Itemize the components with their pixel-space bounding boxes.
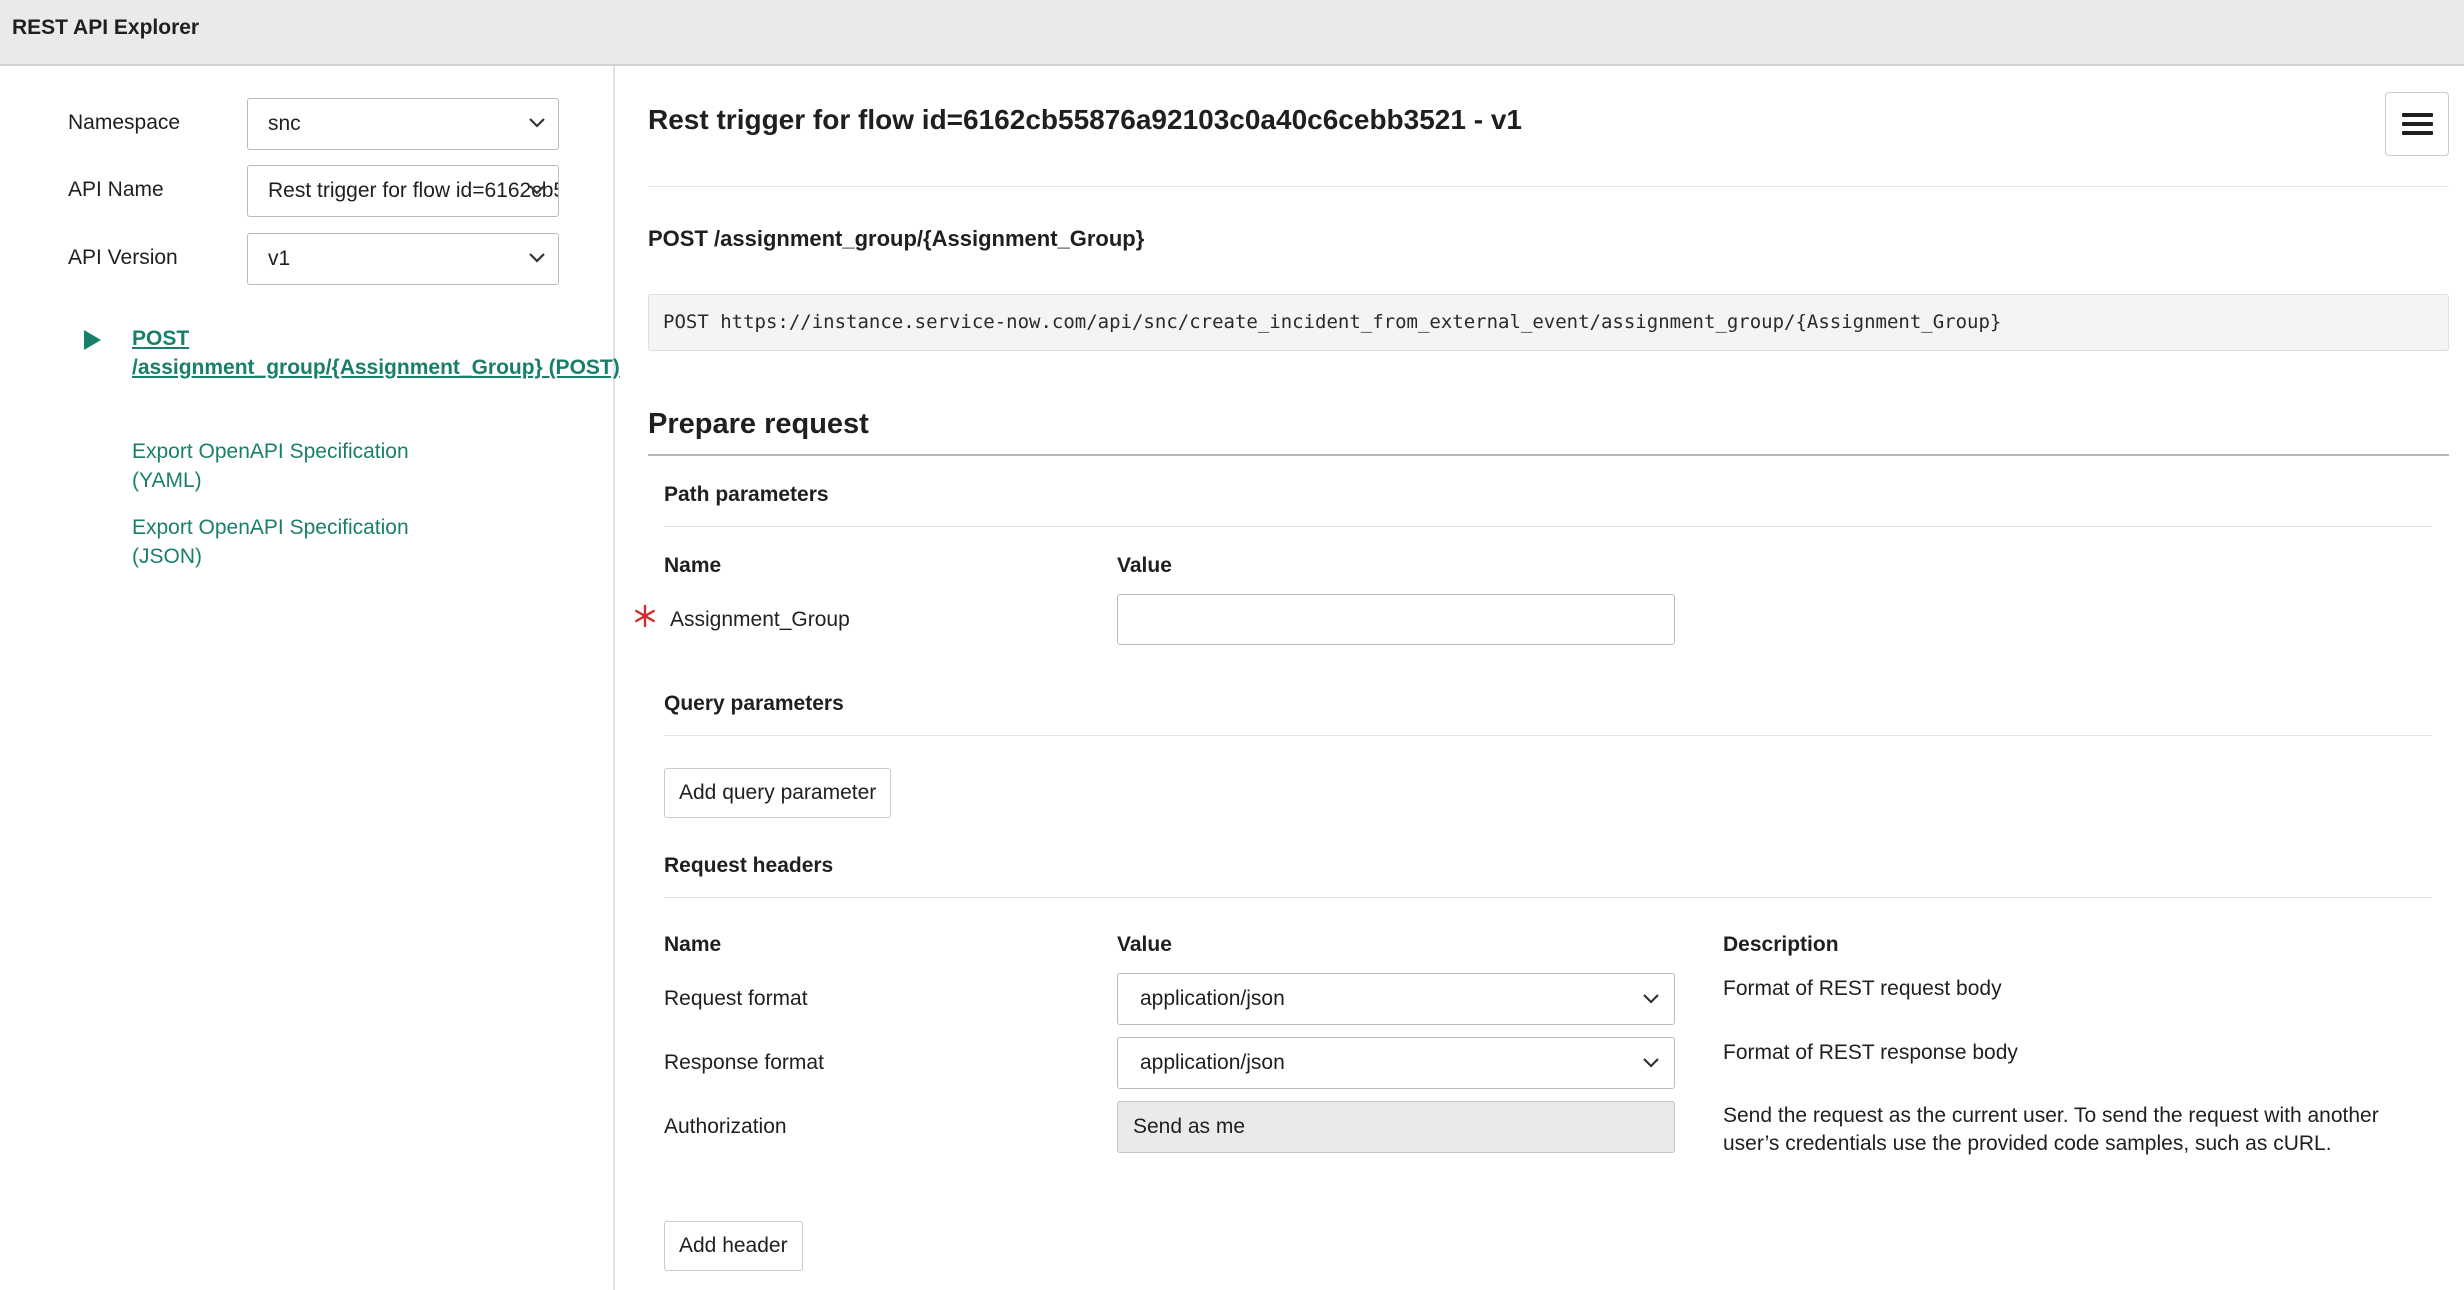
headers-col-description: Description bbox=[1723, 933, 1839, 956]
add-query-parameter-button[interactable]: Add query parameter bbox=[664, 768, 892, 818]
endpoint-method: POST bbox=[132, 327, 190, 350]
namespace-label: Namespace bbox=[68, 111, 181, 134]
api-name-label: API Name bbox=[68, 178, 164, 201]
api-version-label: API Version bbox=[68, 246, 178, 269]
response-format-description: Format of REST response body bbox=[1723, 1041, 2018, 1064]
section-divider bbox=[648, 454, 2449, 456]
query-params-heading: Query parameters bbox=[664, 692, 844, 715]
path-col-value: Value bbox=[1117, 554, 1172, 577]
request-format-value: application/json bbox=[1140, 987, 1285, 1010]
endpoint-path: /assignment_group/{Assignment_Group} (PO… bbox=[132, 356, 620, 379]
endpoint-link[interactable]: POST /assignment_group/{Assignment_Group… bbox=[132, 324, 620, 382]
headers-col-name: Name bbox=[664, 933, 722, 956]
endpoint-heading: POST /assignment_group/{Assignment_Group… bbox=[648, 226, 1145, 251]
chevron-down-icon bbox=[1643, 1058, 1659, 1068]
request-format-select[interactable]: application/json bbox=[1117, 973, 1675, 1025]
page-title: Rest trigger for flow id=6162cb55876a921… bbox=[648, 104, 1522, 135]
request-format-description: Format of REST request body bbox=[1723, 977, 2002, 1000]
export-json-link[interactable]: Export OpenAPI Specification (JSON) bbox=[132, 513, 462, 571]
authorization-label: Authorization bbox=[664, 1115, 787, 1138]
api-version-value: v1 bbox=[268, 247, 291, 270]
authorization-description-line2: user’s credentials use the provided code… bbox=[1723, 1132, 2332, 1155]
divider bbox=[664, 735, 2432, 736]
divider bbox=[664, 526, 2432, 527]
export-yaml-line1: Export OpenAPI Specification bbox=[132, 440, 409, 463]
export-json-line2: (JSON) bbox=[132, 545, 202, 568]
authorization-description-line1: Send the request as the current user. To… bbox=[1723, 1104, 2379, 1127]
request-format-label: Request format bbox=[664, 987, 808, 1010]
asterisk-icon bbox=[635, 604, 655, 628]
export-json-line1: Export OpenAPI Specification bbox=[132, 516, 409, 539]
headers-col-value: Value bbox=[1117, 933, 1172, 956]
api-name-select[interactable]: Rest trigger for flow id=6162cb55876a921… bbox=[247, 165, 559, 217]
path-col-name: Name bbox=[664, 554, 722, 577]
export-yaml-line2: (YAML) bbox=[132, 469, 202, 492]
path-params-heading: Path parameters bbox=[664, 483, 829, 506]
export-yaml-link[interactable]: Export OpenAPI Specification (YAML) bbox=[132, 437, 462, 495]
authorization-description: Send the request as the current user. To… bbox=[1723, 1102, 2423, 1158]
api-name-value: Rest trigger for flow id=6162cb55876a921… bbox=[268, 179, 558, 202]
request-url: POST https://instance.service-now.com/ap… bbox=[648, 294, 2449, 351]
response-format-select[interactable]: application/json bbox=[1117, 1037, 1675, 1089]
prepare-request-heading: Prepare request bbox=[648, 408, 869, 440]
response-format-value: application/json bbox=[1140, 1051, 1285, 1074]
api-version-select[interactable]: v1 bbox=[247, 233, 559, 285]
app-title: REST API Explorer bbox=[12, 16, 200, 39]
path-param-name: Assignment_Group bbox=[670, 608, 850, 631]
response-format-label: Response format bbox=[664, 1051, 824, 1074]
request-headers-heading: Request headers bbox=[664, 854, 834, 877]
namespace-value: snc bbox=[268, 112, 301, 135]
add-header-button[interactable]: Add header bbox=[664, 1221, 803, 1271]
menu-button[interactable] bbox=[2385, 92, 2449, 156]
chevron-down-icon bbox=[529, 185, 545, 195]
chevron-down-icon bbox=[529, 253, 545, 263]
namespace-select[interactable]: snc bbox=[247, 98, 559, 150]
chevron-down-icon bbox=[1643, 994, 1659, 1004]
authorization-field: Send as me bbox=[1117, 1101, 1675, 1153]
divider bbox=[664, 897, 2432, 898]
play-triangle-icon[interactable] bbox=[84, 330, 101, 350]
divider bbox=[648, 186, 2449, 187]
assignment-group-input[interactable] bbox=[1117, 594, 1675, 645]
chevron-down-icon bbox=[529, 118, 545, 128]
app-header: REST API Explorer bbox=[0, 0, 2464, 66]
